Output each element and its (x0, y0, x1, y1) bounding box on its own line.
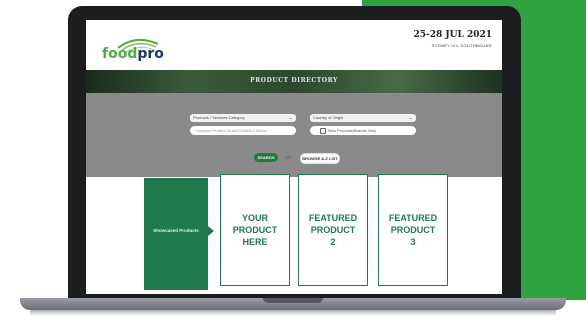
logo-text-food: food (102, 46, 138, 62)
page-title: PRODUCT DIRECTORY (250, 77, 338, 84)
card-text: 2 (330, 237, 336, 247)
chevron-down-icon: ⌄ (408, 115, 413, 121)
or-separator: OR (285, 155, 291, 160)
card-text: PRODUCT (232, 225, 278, 235)
event-venue: SYDNEY ICC SOUTHBOUND (431, 43, 492, 48)
directory-banner: PRODUCT DIRECTORY (86, 70, 502, 93)
category-select-label: Products / Services Category (193, 115, 245, 120)
featured-product-card-2[interactable]: FEATURED PRODUCT 2 (298, 174, 368, 286)
showcased-products-panel[interactable]: Showcased Products (144, 178, 208, 290)
laptop-screen: foodpro 25-28 JUL 2021 SYDNEY ICC SOUTHB… (86, 20, 502, 294)
browse-az-button[interactable]: BROWSE A-Z LIST (300, 153, 340, 164)
country-select-label: Country of Origin (313, 115, 344, 120)
card-text: HERE (242, 237, 268, 247)
checkbox-icon[interactable] (320, 128, 326, 134)
logo-text-pro: pro (137, 46, 164, 62)
event-dates: 25-28 JUL 2021 (413, 30, 492, 40)
arrow-right-icon (208, 226, 214, 236)
showcased-products-label: Showcased Products (153, 228, 199, 233)
laptop-shadow (30, 310, 556, 316)
card-text: PRODUCT (390, 225, 436, 235)
featured-product-card-1[interactable]: YOUR PRODUCT HERE (220, 174, 290, 286)
country-select[interactable]: Country of Origin ⌄ (310, 114, 416, 122)
new-products-label: New Products/Brands Only (328, 128, 377, 133)
category-select[interactable]: Products / Services Category ⌄ (190, 114, 296, 122)
search-button[interactable]: SEARCH (254, 153, 278, 162)
card-text: FEATURED (308, 213, 358, 223)
chevron-down-icon: ⌄ (288, 115, 293, 121)
laptop-notch (263, 298, 323, 303)
keyword-placeholder: Keyword Product Brand Exhibitor Name (196, 128, 267, 133)
logo[interactable]: foodpro (102, 46, 164, 62)
card-text: YOUR (241, 213, 268, 223)
featured-product-card-3[interactable]: FEATURED PRODUCT 3 (378, 174, 448, 286)
card-text: PRODUCT (310, 225, 356, 235)
card-text: 3 (410, 237, 416, 247)
keyword-search-input[interactable]: Keyword Product Brand Exhibitor Name (190, 126, 296, 135)
search-panel: Products / Services Category ⌄ Country o… (86, 93, 502, 177)
card-text: FEATURED (388, 213, 438, 223)
new-products-checkbox-field[interactable]: New Products/Brands Only (310, 126, 416, 135)
